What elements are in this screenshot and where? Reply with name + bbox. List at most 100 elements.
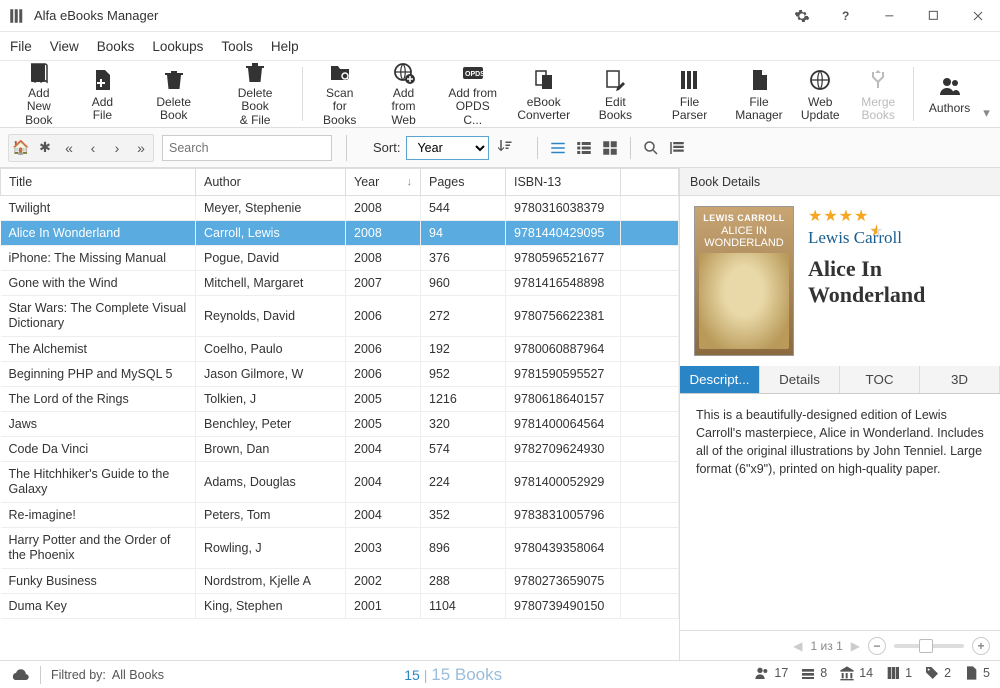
toolbar-folder-search[interactable]: Scan forBooks — [309, 61, 371, 127]
folder-search-icon — [328, 61, 352, 85]
zoom-slider[interactable] — [894, 644, 964, 648]
toolbar-edit[interactable]: Edit Books — [578, 61, 652, 127]
table-row[interactable]: Re-imagine!Peters, Tom200435297838310057… — [1, 503, 679, 528]
toolbar-trash-file[interactable]: Delete Book& File — [214, 61, 295, 127]
col-extra[interactable] — [621, 169, 679, 196]
rating-stars[interactable]: ★★★★★★ — [808, 206, 986, 226]
table-row[interactable]: TwilightMeyer, Stephenie2008544978031603… — [1, 196, 679, 221]
sort-direction-button[interactable] — [495, 137, 513, 158]
menu-help[interactable]: Help — [271, 39, 299, 54]
menu-bar: File View Books Lookups Tools Help — [0, 32, 1000, 60]
nav-prev-button[interactable]: ‹ — [81, 135, 105, 161]
table-row[interactable]: iPhone: The Missing ManualPogue, David20… — [1, 246, 679, 271]
menu-file[interactable]: File — [10, 39, 32, 54]
minimize-button[interactable] — [868, 0, 912, 32]
toolbar-filemgr[interactable]: FileManager — [727, 61, 791, 127]
nav-next-button[interactable]: › — [105, 135, 129, 161]
visible-count: 15 — [404, 667, 420, 683]
web-update-icon — [808, 66, 832, 94]
view-details-button[interactable] — [572, 136, 596, 160]
maximize-button[interactable] — [912, 0, 956, 32]
table-row[interactable]: Code Da VinciBrown, Dan20045749782709624… — [1, 437, 679, 462]
nav-last-button[interactable]: » — [129, 135, 153, 161]
nav-star-button[interactable]: ✱ — [33, 135, 57, 161]
col-title[interactable]: Title — [1, 169, 196, 196]
edit-icon — [603, 66, 627, 94]
toolbar-opds[interactable]: OPDSAdd fromOPDS C... — [436, 61, 509, 127]
app-title: Alfa eBooks Manager — [34, 8, 158, 23]
stat-authors[interactable]: 17 — [754, 665, 788, 681]
view-list-button[interactable] — [546, 136, 570, 160]
author-link[interactable]: Lewis Carroll — [808, 228, 986, 248]
search-box[interactable] — [162, 135, 332, 161]
search-input[interactable] — [169, 141, 330, 155]
col-author[interactable]: Author — [196, 169, 346, 196]
titlebar: Alfa eBooks Manager ? — [0, 0, 1000, 32]
tab-3d[interactable]: 3D — [920, 366, 1000, 393]
stat-series[interactable]: 1 — [885, 665, 912, 681]
toolbar-globe-plus[interactable]: Add fromWeb — [371, 61, 437, 127]
col-year[interactable]: Year↓ — [346, 169, 421, 196]
filemgr-icon — [747, 66, 771, 94]
view-grid-button[interactable] — [598, 136, 622, 160]
table-row[interactable]: Alice In WonderlandCarroll, Lewis2008949… — [1, 221, 679, 246]
book-icon — [27, 61, 51, 85]
zoom-out-button[interactable]: − — [868, 637, 886, 655]
toolbar-overflow[interactable]: ▾ — [979, 61, 994, 127]
table-row[interactable]: The Lord of the RingsTolkien, J200512169… — [1, 387, 679, 412]
total-books-label: 15 Books — [431, 665, 502, 684]
table-row[interactable]: Funky BusinessNordstrom, Kjelle A2002288… — [1, 569, 679, 594]
table-row[interactable]: Gone with the WindMitchell, Margaret2007… — [1, 271, 679, 296]
nav-first-button[interactable]: « — [57, 135, 81, 161]
pager-prev-icon[interactable]: ◀ — [793, 639, 802, 653]
col-pages[interactable]: Pages — [421, 169, 506, 196]
close-button[interactable] — [956, 0, 1000, 32]
table-row[interactable]: Beginning PHP and MySQL 5Jason Gilmore, … — [1, 362, 679, 387]
table-row[interactable]: The Hitchhiker's Guide to the GalaxyAdam… — [1, 462, 679, 503]
table-row[interactable]: Harry Potter and the Order of the Phoeni… — [1, 528, 679, 569]
table-row[interactable]: Star Wars: The Complete Visual Dictionar… — [1, 296, 679, 337]
toolbar-convert[interactable]: eBookConverter — [509, 61, 578, 127]
sort-select[interactable]: TitleAuthorYearPages — [406, 136, 489, 160]
stat-files[interactable]: 5 — [963, 665, 990, 681]
toolbar-parse[interactable]: File Parser — [652, 61, 726, 127]
books-table[interactable]: Title Author Year↓ Pages ISBN-13 Twiligh… — [0, 168, 679, 619]
menu-view[interactable]: View — [50, 39, 79, 54]
table-row[interactable]: JawsBenchley, Peter20053209781400064564 — [1, 412, 679, 437]
stat-publishers[interactable]: 8 — [800, 665, 827, 681]
toolbar-file-plus[interactable]: Add File — [72, 61, 133, 127]
menu-books[interactable]: Books — [97, 39, 135, 54]
columns-button[interactable] — [665, 136, 689, 160]
tab-details[interactable]: Details — [760, 366, 840, 393]
zoom-in-button[interactable]: + — [972, 637, 990, 655]
table-row[interactable]: Duma KeyKing, Stephen2001110497807394901… — [1, 594, 679, 619]
pager-next-icon[interactable]: ▶ — [851, 639, 860, 653]
toolbar-web-update[interactable]: WebUpdate — [791, 61, 849, 127]
cloud-icon[interactable] — [10, 668, 30, 682]
menu-tools[interactable]: Tools — [221, 39, 253, 54]
globe-plus-icon — [392, 61, 416, 85]
book-cover[interactable]: LEWIS CARROLL ALICE IN WONDERLAND — [694, 206, 794, 356]
filter-value[interactable]: All Books — [112, 668, 164, 682]
status-bar: Filtred by: All Books 15 | 15 Books 17 8… — [0, 660, 1000, 688]
toolbar-trash[interactable]: Delete Book — [133, 61, 214, 127]
toolbar-book[interactable]: Add NewBook — [6, 61, 72, 127]
tab-descript[interactable]: Descript... — [680, 366, 760, 393]
settings-icon[interactable] — [780, 0, 824, 32]
toolbar-authors[interactable]: Authors — [920, 61, 979, 127]
col-isbn[interactable]: ISBN-13 — [506, 169, 621, 196]
zoom-button[interactable] — [639, 136, 663, 160]
book-title: Alice In Wonderland — [808, 256, 986, 309]
stat-tags[interactable]: 2 — [924, 665, 951, 681]
svg-text:?: ? — [842, 9, 849, 23]
help-icon[interactable]: ? — [824, 0, 868, 32]
authors-icon — [938, 72, 962, 100]
table-row[interactable]: The AlchemistCoelho, Paulo20061929780060… — [1, 337, 679, 362]
stat-library[interactable]: 14 — [839, 665, 873, 681]
filter-bar: 🏠 ✱ « ‹ › » Sort: TitleAuthorYearPages — [0, 128, 1000, 168]
tab-toc[interactable]: TOC — [840, 366, 920, 393]
pager-text: 1 из 1 — [811, 639, 843, 653]
nav-home-button[interactable]: 🏠 — [9, 135, 33, 161]
svg-text:OPDS: OPDS — [465, 71, 485, 78]
menu-lookups[interactable]: Lookups — [152, 39, 203, 54]
